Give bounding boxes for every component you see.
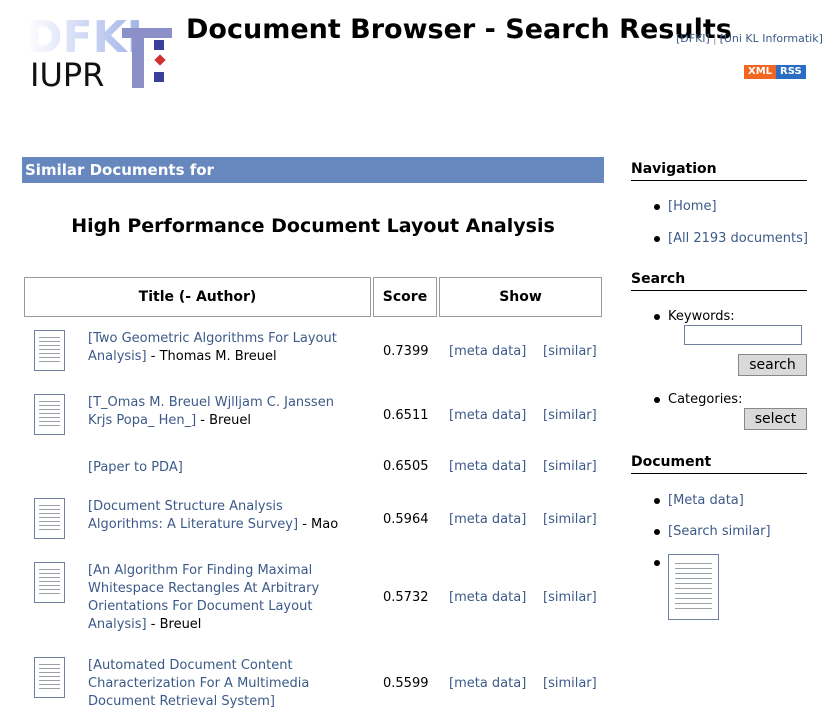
uni-kl-link[interactable]: [Uni KL Informatik] [720,32,823,45]
document-title: High Performance Document Layout Analysi… [71,215,555,237]
document-author: - Breuel [146,617,202,632]
bullet-icon [654,314,660,320]
similar-link[interactable]: [similar] [543,459,597,474]
search-button[interactable]: search [738,354,807,376]
xml-rss-badge[interactable]: XML RSS [744,65,806,79]
document-title-link[interactable]: [Document Structure Analysis Algorithms:… [88,499,298,532]
column-header-show: Show [439,277,602,317]
similar-documents-bar: Similar Documents for [22,157,604,183]
score-value: 0.7399 [383,344,429,359]
logo-text: IUPR [30,56,105,94]
navigation-heading: Navigation [631,161,807,181]
score-value: 0.6505 [383,459,429,474]
similar-link[interactable]: [similar] [543,408,597,423]
document-title-link[interactable]: [Automated Document Content Characteriza… [88,658,309,709]
all-documents-link[interactable]: [All 2193 documents] [668,231,808,246]
meta-data-link[interactable]: [meta data] [449,590,526,605]
document-author: - Thomas M. Breuel [146,349,277,364]
xml-label: XML [744,65,777,79]
score-value: 0.5964 [383,512,429,527]
similar-link[interactable]: [similar] [543,344,597,359]
score-value: 0.5599 [383,676,429,691]
iupr-logo: DFKI IUPR [24,10,176,96]
keywords-label: Keywords: [668,309,735,324]
document-title-link[interactable]: [An Algorithm For Finding Maximal Whites… [88,563,319,632]
column-header-title: Title (- Author) [24,277,371,317]
document-thumbnail[interactable] [34,562,65,603]
document-title-link[interactable]: [Paper to PDA] [88,460,183,475]
document-thumbnail[interactable] [34,657,65,698]
current-document-thumbnail[interactable] [668,554,719,620]
column-header-score: Score [373,277,437,317]
search-similar-link[interactable]: [Search similar] [668,524,771,539]
score-value: 0.6511 [383,408,429,423]
document-author: - Mao [298,517,339,532]
keywords-input[interactable] [684,325,802,345]
meta-data-link[interactable]: [meta data] [449,512,526,527]
meta-data-link[interactable]: [meta data] [449,676,526,691]
document-author: - Breuel [196,413,251,428]
similar-link[interactable]: [similar] [543,676,597,691]
top-links: [DFKI] | [Uni KL Informatik] [676,32,823,45]
bullet-icon [654,397,660,403]
categories-label: Categories: [668,392,743,407]
search-heading: Search [631,271,807,291]
home-link[interactable]: [Home] [668,199,717,214]
similar-link[interactable]: [similar] [543,590,597,605]
similar-link[interactable]: [similar] [543,512,597,527]
bullet-icon [654,204,660,210]
rss-label: RSS [776,65,806,79]
select-button[interactable]: select [744,408,807,430]
meta-data-link[interactable]: [meta data] [449,459,526,474]
meta-data-link[interactable]: [meta data] [449,408,526,423]
bullet-icon [654,236,660,242]
bullet-icon [654,498,660,504]
document-heading: Document [631,454,807,474]
score-value: 0.5732 [383,590,429,605]
document-thumbnail[interactable] [34,394,65,435]
bullet-icon [654,529,660,535]
bullet-icon [654,560,660,566]
document-thumbnail[interactable] [34,330,65,371]
page-title: Document Browser - Search Results [186,14,732,45]
meta-data-sidebar-link[interactable]: [Meta data] [668,493,744,508]
dfki-link[interactable]: [DFKI] [676,32,710,45]
meta-data-link[interactable]: [meta data] [449,344,526,359]
document-thumbnail[interactable] [34,498,65,539]
